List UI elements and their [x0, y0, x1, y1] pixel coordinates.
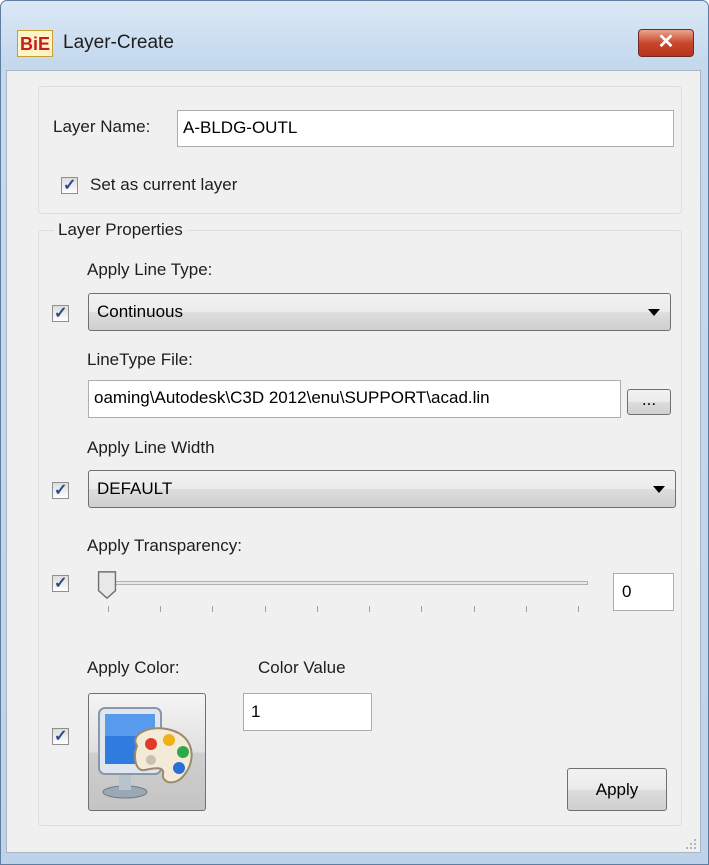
- line-width-label: Apply Line Width: [87, 438, 215, 457]
- slider-tick: [264, 606, 266, 612]
- chevron-down-icon: [653, 486, 665, 493]
- line-type-label: Apply Line Type:: [87, 260, 213, 279]
- line-type-selected: Continuous: [97, 302, 184, 321]
- set-current-checkbox[interactable]: [61, 175, 78, 195]
- color-picker-button[interactable]: [88, 693, 206, 811]
- slider-tick: [369, 606, 371, 612]
- color-palette-monitor-icon: [98, 707, 193, 799]
- line-width-selected: DEFAULT: [97, 479, 173, 498]
- color-value-input[interactable]: 1: [243, 693, 372, 731]
- chevron-down-icon: [648, 309, 660, 316]
- set-current-label: Set as current layer: [90, 175, 238, 194]
- resize-grip-icon[interactable]: [683, 836, 697, 850]
- browse-button[interactable]: ...: [627, 389, 671, 415]
- transparency-value-input[interactable]: 0: [613, 573, 674, 611]
- apply-color-label: Apply Color:: [87, 658, 180, 677]
- slider-tick: [212, 606, 214, 612]
- slider-tick: [108, 606, 109, 612]
- slider-tick: [160, 606, 162, 612]
- slider-tick: [473, 606, 475, 612]
- linetype-file-label: LineType File:: [87, 350, 193, 369]
- transparency-checkbox[interactable]: [52, 573, 69, 593]
- slider-tick: [578, 606, 579, 612]
- slider-tick: [316, 606, 318, 612]
- line-type-checkbox[interactable]: [52, 303, 69, 323]
- line-width-checkbox[interactable]: [52, 480, 69, 500]
- apply-button[interactable]: Apply: [567, 768, 667, 811]
- line-type-dropdown[interactable]: Continuous: [88, 293, 671, 331]
- layer-name-input[interactable]: A-BLDG-OUTL: [177, 110, 674, 147]
- transparency-label: Apply Transparency:: [87, 536, 242, 555]
- apply-color-checkbox[interactable]: [52, 726, 69, 746]
- color-value-label: Color Value: [258, 658, 346, 677]
- slider-tick: [421, 606, 423, 612]
- layer-properties-legend: Layer Properties: [54, 220, 187, 240]
- linetype-file-input[interactable]: oaming\Autodesk\C3D 2012\enu\SUPPORT\aca…: [88, 380, 621, 418]
- transparency-slider-track[interactable]: [104, 581, 588, 585]
- slider-tick: [525, 606, 527, 612]
- layer-name-label: Layer Name:: [53, 117, 151, 136]
- transparency-slider-thumb[interactable]: [96, 570, 118, 600]
- dialog-client-area: Layer Properties Layer Name: A-BLDG-OUTL…: [0, 0, 709, 865]
- line-width-dropdown[interactable]: DEFAULT: [88, 470, 676, 508]
